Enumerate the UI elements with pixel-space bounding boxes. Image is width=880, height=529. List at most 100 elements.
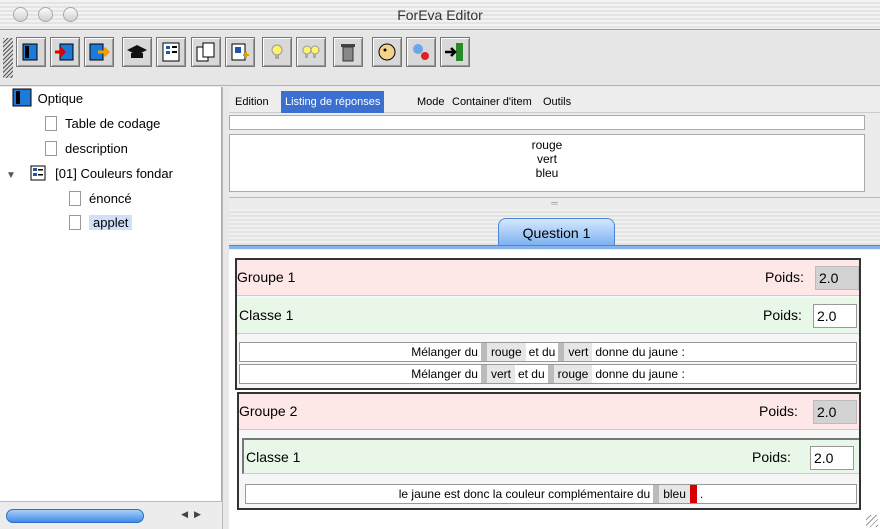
- group-header: Groupe 1 Poids: 2.0: [237, 260, 859, 296]
- sentence-text: le jaune est donc la couleur complémenta…: [398, 487, 651, 501]
- tree-item-label: description: [65, 141, 128, 156]
- lightbulb-button[interactable]: [262, 37, 292, 67]
- answer-slot[interactable]: rouge: [480, 343, 526, 361]
- class-name: Classe 1: [246, 449, 301, 465]
- graduation-cap-icon: [127, 45, 147, 58]
- book-export-button[interactable]: [84, 37, 114, 67]
- answer-slot[interactable]: vert: [558, 343, 593, 361]
- group-name: Groupe 2: [239, 403, 298, 419]
- answer-slot[interactable]: bleu: [653, 485, 697, 503]
- double-lightbulb-button[interactable]: [296, 37, 326, 67]
- weight-label: Poids:: [765, 269, 804, 285]
- response-item[interactable]: rouge: [230, 138, 864, 152]
- sentence-row[interactable]: Mélanger du vert et du rouge donne du jaune …: [239, 364, 857, 384]
- scrollbar-thumb[interactable]: [6, 509, 144, 523]
- scroll-left-icon[interactable]: ◀: [181, 509, 194, 519]
- copy-pages-icon: [196, 42, 215, 62]
- document-icon: [69, 191, 81, 206]
- tree-root-label: Optique: [37, 91, 84, 106]
- graduation-cap-button[interactable]: [122, 37, 152, 67]
- editor-pane: Edition Listing de réponses Mode Contain…: [229, 87, 880, 529]
- sentence-row[interactable]: Mélanger du rouge et du vert donne du jaune …: [239, 342, 857, 362]
- menu-mode[interactable]: Mode: [413, 91, 449, 113]
- sentence-text: donne du jaune :: [595, 345, 685, 359]
- list-item-icon: [162, 42, 180, 62]
- responses-list[interactable]: rouge vert bleu: [229, 134, 865, 192]
- resize-grip[interactable]: [866, 515, 878, 527]
- group-weight-field[interactable]: 2.0: [813, 400, 857, 424]
- paste-pages-button[interactable]: [225, 37, 255, 67]
- answer-slot[interactable]: rouge: [547, 365, 593, 383]
- delete-button[interactable]: [333, 37, 363, 67]
- menu-bar: Edition Listing de réponses Mode Contain…: [229, 91, 880, 113]
- response-item[interactable]: bleu: [230, 166, 864, 180]
- sidebar-scrollbar[interactable]: ◀▶: [0, 501, 222, 529]
- scroll-right-icon[interactable]: ▶: [194, 509, 207, 519]
- tools-button[interactable]: [406, 37, 436, 67]
- sentence-text: et du: [528, 345, 556, 359]
- group-header: Groupe 2 Poids: 2.0: [239, 394, 859, 430]
- head-button[interactable]: [372, 37, 402, 67]
- group-weight-field[interactable]: 2.0: [815, 266, 859, 290]
- class-header: Classe 1 Poids: 2.0: [242, 438, 859, 474]
- paste-pages-icon: [231, 43, 249, 61]
- tab-question-1[interactable]: Question 1: [498, 218, 615, 246]
- class-weight-field[interactable]: 2.0: [810, 446, 854, 470]
- sentence-text: et du: [517, 367, 545, 381]
- sentence-text: Mélanger du: [411, 345, 478, 359]
- scroll-arrows[interactable]: ◀▶: [174, 509, 214, 523]
- answer-slot[interactable]: vert: [480, 365, 515, 383]
- sentence-text: donne du jaune :: [595, 367, 685, 381]
- open-book-icon: [22, 43, 38, 61]
- sentence-text: Mélanger du: [411, 367, 478, 381]
- tree-item-label: applet: [89, 215, 133, 230]
- tree-item-label: énoncé: [89, 191, 132, 206]
- menu-edition[interactable]: Edition: [231, 91, 273, 113]
- menu-container-item[interactable]: Container d'item: [448, 91, 536, 113]
- tree-folder-couleurs[interactable]: ▼ [01] Couleurs fondar: [6, 163, 173, 185]
- window-title: ForEva Editor: [397, 7, 483, 23]
- menu-outils[interactable]: Outils: [539, 91, 575, 113]
- open-book-button[interactable]: [16, 37, 46, 67]
- book-icon: [12, 88, 32, 107]
- group-2: Groupe 2 Poids: 2.0 Classe 1 Poids: 2.0 …: [237, 392, 861, 510]
- exit-door-icon: [445, 43, 463, 61]
- tree-item-enonce[interactable]: énoncé: [69, 188, 132, 210]
- tree-folder-label: [01] Couleurs fondar: [55, 166, 173, 181]
- document-icon: [45, 141, 57, 156]
- tree-root-optique[interactable]: Optique: [12, 87, 83, 109]
- copy-pages-button[interactable]: [191, 37, 221, 67]
- weight-label: Poids:: [752, 449, 791, 465]
- app-window: ForEva Editor Optique Table de codage de…: [0, 0, 880, 529]
- class-weight-field[interactable]: 2.0: [813, 304, 857, 328]
- tree-item-applet[interactable]: applet: [69, 212, 133, 234]
- lightbulb-icon: [271, 44, 283, 59]
- exit-button[interactable]: [440, 37, 470, 67]
- tab-underline: [229, 245, 880, 249]
- head-icon: [378, 43, 396, 61]
- tree-item-label: Table de codage: [65, 116, 161, 131]
- toolbar: [0, 31, 880, 86]
- document-icon: [69, 215, 81, 230]
- menu-listing-reponses[interactable]: Listing de réponses: [281, 91, 385, 113]
- toolbar-grip[interactable]: [3, 38, 13, 78]
- trash-icon: [341, 44, 355, 62]
- response-item[interactable]: vert: [230, 152, 864, 166]
- book-import-button[interactable]: [50, 37, 80, 67]
- sentence-row[interactable]: le jaune est donc la couleur complémenta…: [245, 484, 857, 504]
- group-name: Groupe 1: [237, 269, 296, 285]
- question-content: Groupe 1 Poids: 2.0 Classe 1 Poids: 2.0 …: [229, 250, 880, 529]
- group-1: Groupe 1 Poids: 2.0 Classe 1 Poids: 2.0 …: [235, 258, 861, 390]
- list-item-button[interactable]: [156, 37, 186, 67]
- disclosure-triangle-icon[interactable]: ▼: [6, 170, 16, 181]
- sentence-text: .: [699, 487, 704, 501]
- class-header: Classe 1 Poids: 2.0: [237, 298, 859, 334]
- text-field[interactable]: [229, 115, 865, 130]
- double-lightbulb-icon: [302, 45, 320, 58]
- class-name: Classe 1: [239, 307, 294, 323]
- tools-icon: [413, 44, 429, 60]
- tree-item-table-de-codage[interactable]: Table de codage: [45, 113, 160, 135]
- split-pane-divider[interactable]: [222, 87, 229, 529]
- split-handle[interactable]: ═: [229, 197, 880, 209]
- tree-item-description[interactable]: description: [45, 138, 128, 160]
